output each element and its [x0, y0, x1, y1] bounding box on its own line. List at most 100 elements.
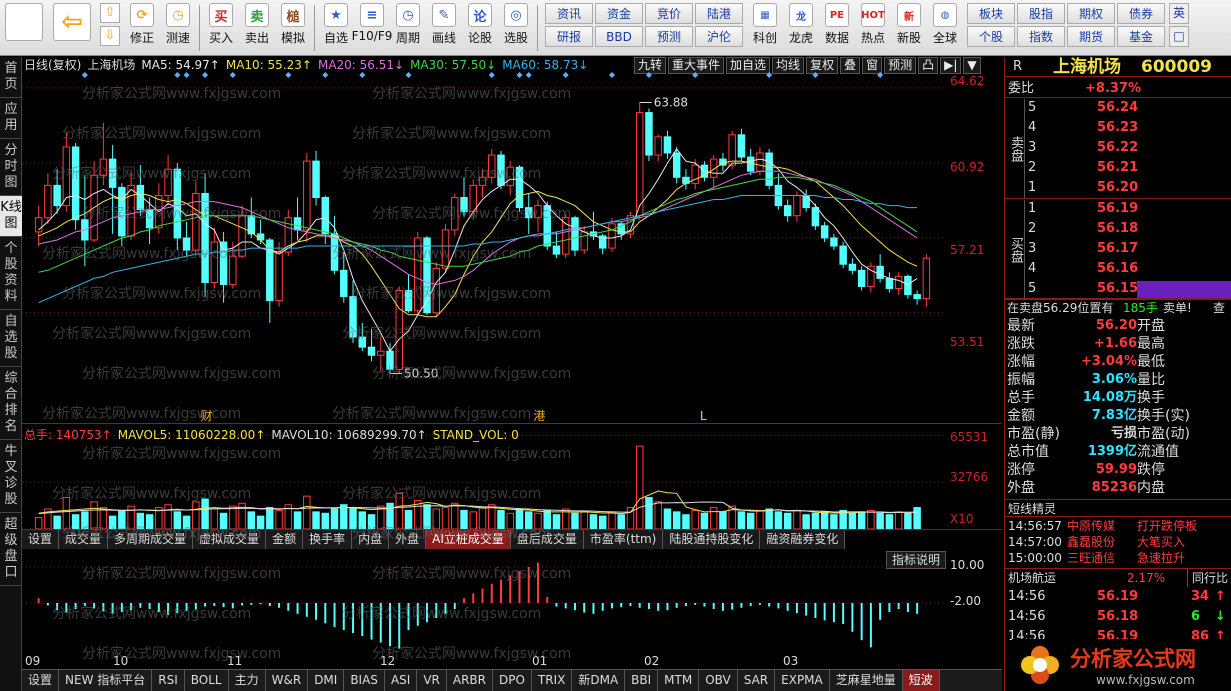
candlestick[interactable]	[867, 262, 875, 293]
volume-subtab[interactable]: 金额	[266, 530, 304, 549]
hammer-icon-button[interactable]: 槌模拟	[276, 3, 310, 53]
volume-bar[interactable]	[340, 504, 348, 529]
candlestick[interactable]	[580, 225, 588, 255]
candlestick[interactable]	[654, 134, 662, 162]
buy-level[interactable]: 1 56.19	[1025, 200, 1231, 218]
volume-bar[interactable]	[635, 445, 644, 529]
indicator-tab[interactable]: SAR	[738, 670, 776, 691]
event-diamond-icon[interactable]	[405, 72, 412, 78]
left-tab[interactable]: 应用	[0, 98, 22, 139]
globe-icon-button[interactable]: ◍ 全球	[928, 3, 962, 53]
candlestick[interactable]	[34, 205, 43, 247]
volume-subtab[interactable]: 融资融券变化	[760, 530, 846, 549]
event-diamond-icon[interactable]	[285, 72, 292, 78]
sell-level[interactable]: 4 56.23	[1025, 119, 1231, 137]
volume-bar[interactable]	[746, 512, 755, 529]
indicator-tab[interactable]: 主力	[229, 670, 266, 691]
market-grid-item[interactable]: 期权	[1067, 3, 1115, 24]
volume-bar[interactable]	[737, 511, 746, 529]
candlestick[interactable]	[682, 169, 690, 190]
candlestick[interactable]	[885, 272, 894, 293]
volume-bar[interactable]	[765, 508, 773, 529]
volume-bar[interactable]	[709, 507, 718, 529]
info-grid-item[interactable]: 陆港	[695, 3, 743, 24]
candlestick[interactable]	[820, 221, 829, 242]
pe-icon-button[interactable]: PE 数据	[820, 3, 854, 53]
event-diamond-icon[interactable]	[877, 72, 884, 78]
event-diamond-icon[interactable]	[81, 72, 88, 78]
event-diamond-icon[interactable]	[516, 72, 523, 78]
volume-bar[interactable]	[830, 514, 838, 529]
pen-icon-button[interactable]: ✎ 画线	[427, 3, 461, 53]
event-diamond-icon[interactable]	[488, 72, 495, 78]
candlestick[interactable]	[44, 173, 52, 224]
sell-level[interactable]: 1 56.20	[1025, 179, 1231, 197]
refresh-icon-button[interactable]: ⟳ 修正	[125, 3, 159, 53]
event-diamond-icon[interactable]	[202, 72, 209, 78]
volume-bar[interactable]	[589, 514, 598, 529]
left-tab[interactable]: 个股资料	[0, 237, 22, 310]
down-arrow-icon[interactable]: ⇩	[100, 26, 120, 46]
sector-compare-button[interactable]: 同行比	[1187, 569, 1228, 587]
candlestick[interactable]	[922, 254, 931, 307]
elf-item[interactable]: 15:00:00 三旺通信 急速拉升	[1005, 550, 1231, 566]
volume-bar[interactable]	[672, 511, 681, 529]
sector-name[interactable]: 机场航运	[1008, 569, 1056, 587]
candlestick[interactable]	[913, 290, 921, 305]
info-grid-item[interactable]: 研报	[545, 26, 593, 47]
indicator-tab[interactable]: OBV	[699, 670, 738, 691]
volume-bar[interactable]	[293, 511, 302, 529]
order-tip[interactable]: 在卖盘56.29位置有 185手 卖单! 查	[1005, 298, 1231, 316]
volume-bar[interactable]	[885, 514, 894, 529]
indicator-tab[interactable]: RSI	[152, 670, 185, 691]
indicator-tab[interactable]: ARBR	[447, 670, 493, 691]
event-diamond-icon[interactable]	[359, 72, 366, 78]
volume-subtab[interactable]: 市盈率(ttm)	[584, 530, 664, 549]
candlestick[interactable]	[663, 130, 672, 160]
layout-button[interactable]	[1, 3, 47, 53]
volume-bar[interactable]	[312, 511, 320, 529]
candlestick[interactable]	[811, 203, 820, 230]
volume-bar[interactable]	[793, 509, 801, 529]
volume-bar[interactable]	[580, 511, 588, 529]
volume-bar[interactable]	[34, 517, 43, 529]
event-diamond-icon[interactable]	[174, 72, 181, 78]
volume-bar[interactable]	[719, 511, 727, 529]
buy-level[interactable]: 4 56.16	[1025, 260, 1231, 278]
hot-icon-button[interactable]: HOT 热点	[856, 3, 890, 53]
left-tab[interactable]: 分时图	[0, 139, 22, 196]
volume-bar[interactable]	[330, 508, 339, 529]
market-grid-item[interactable]: 债券	[1117, 3, 1165, 24]
candlestick[interactable]	[904, 274, 912, 299]
buy-icon-button[interactable]: 买买入	[204, 3, 238, 53]
event-diamond-icon[interactable]	[812, 72, 819, 78]
volume-bar[interactable]	[645, 497, 653, 529]
indicator-tab[interactable]: MTM	[658, 670, 700, 691]
chart-tool-button[interactable]: ▶|	[940, 57, 962, 74]
buy-level[interactable]: 3 56.17	[1025, 240, 1231, 258]
indicator-tab[interactable]: 新DMA	[572, 670, 626, 691]
volume-bar[interactable]	[857, 511, 866, 529]
candlestick[interactable]	[830, 233, 838, 251]
event-diamond-icon[interactable]	[229, 72, 236, 78]
volume-bar[interactable]	[820, 511, 829, 529]
candlestick[interactable]	[894, 272, 903, 295]
elf-item[interactable]: 14:56:57 中原传媒 打开跌停板	[1005, 518, 1231, 534]
market-grid-item[interactable]: 个股	[967, 26, 1015, 47]
volume-bar[interactable]	[608, 511, 616, 529]
event-diamond-icon[interactable]	[322, 72, 329, 78]
discuss-icon-button[interactable]: 论论股	[463, 3, 497, 53]
left-tab[interactable]: 综合排名	[0, 367, 22, 440]
candlestick[interactable]	[201, 173, 209, 297]
info-grid-item[interactable]: 沪伦	[695, 26, 743, 47]
volume-bar[interactable]	[876, 512, 884, 529]
sell-level[interactable]: 5 56.24	[1025, 99, 1231, 117]
volume-bar[interactable]	[266, 507, 274, 529]
indicator-tab[interactable]: BIAS	[344, 670, 385, 691]
volume-bar[interactable]	[303, 495, 311, 529]
candlestick[interactable]	[737, 128, 746, 162]
info-grid-item[interactable]: 竞价	[645, 3, 693, 24]
chart-tool-button[interactable]: ▼	[963, 57, 981, 74]
indicator-tab[interactable]: DMI	[308, 670, 345, 691]
market-grid-item[interactable]: 股指	[1017, 3, 1065, 24]
